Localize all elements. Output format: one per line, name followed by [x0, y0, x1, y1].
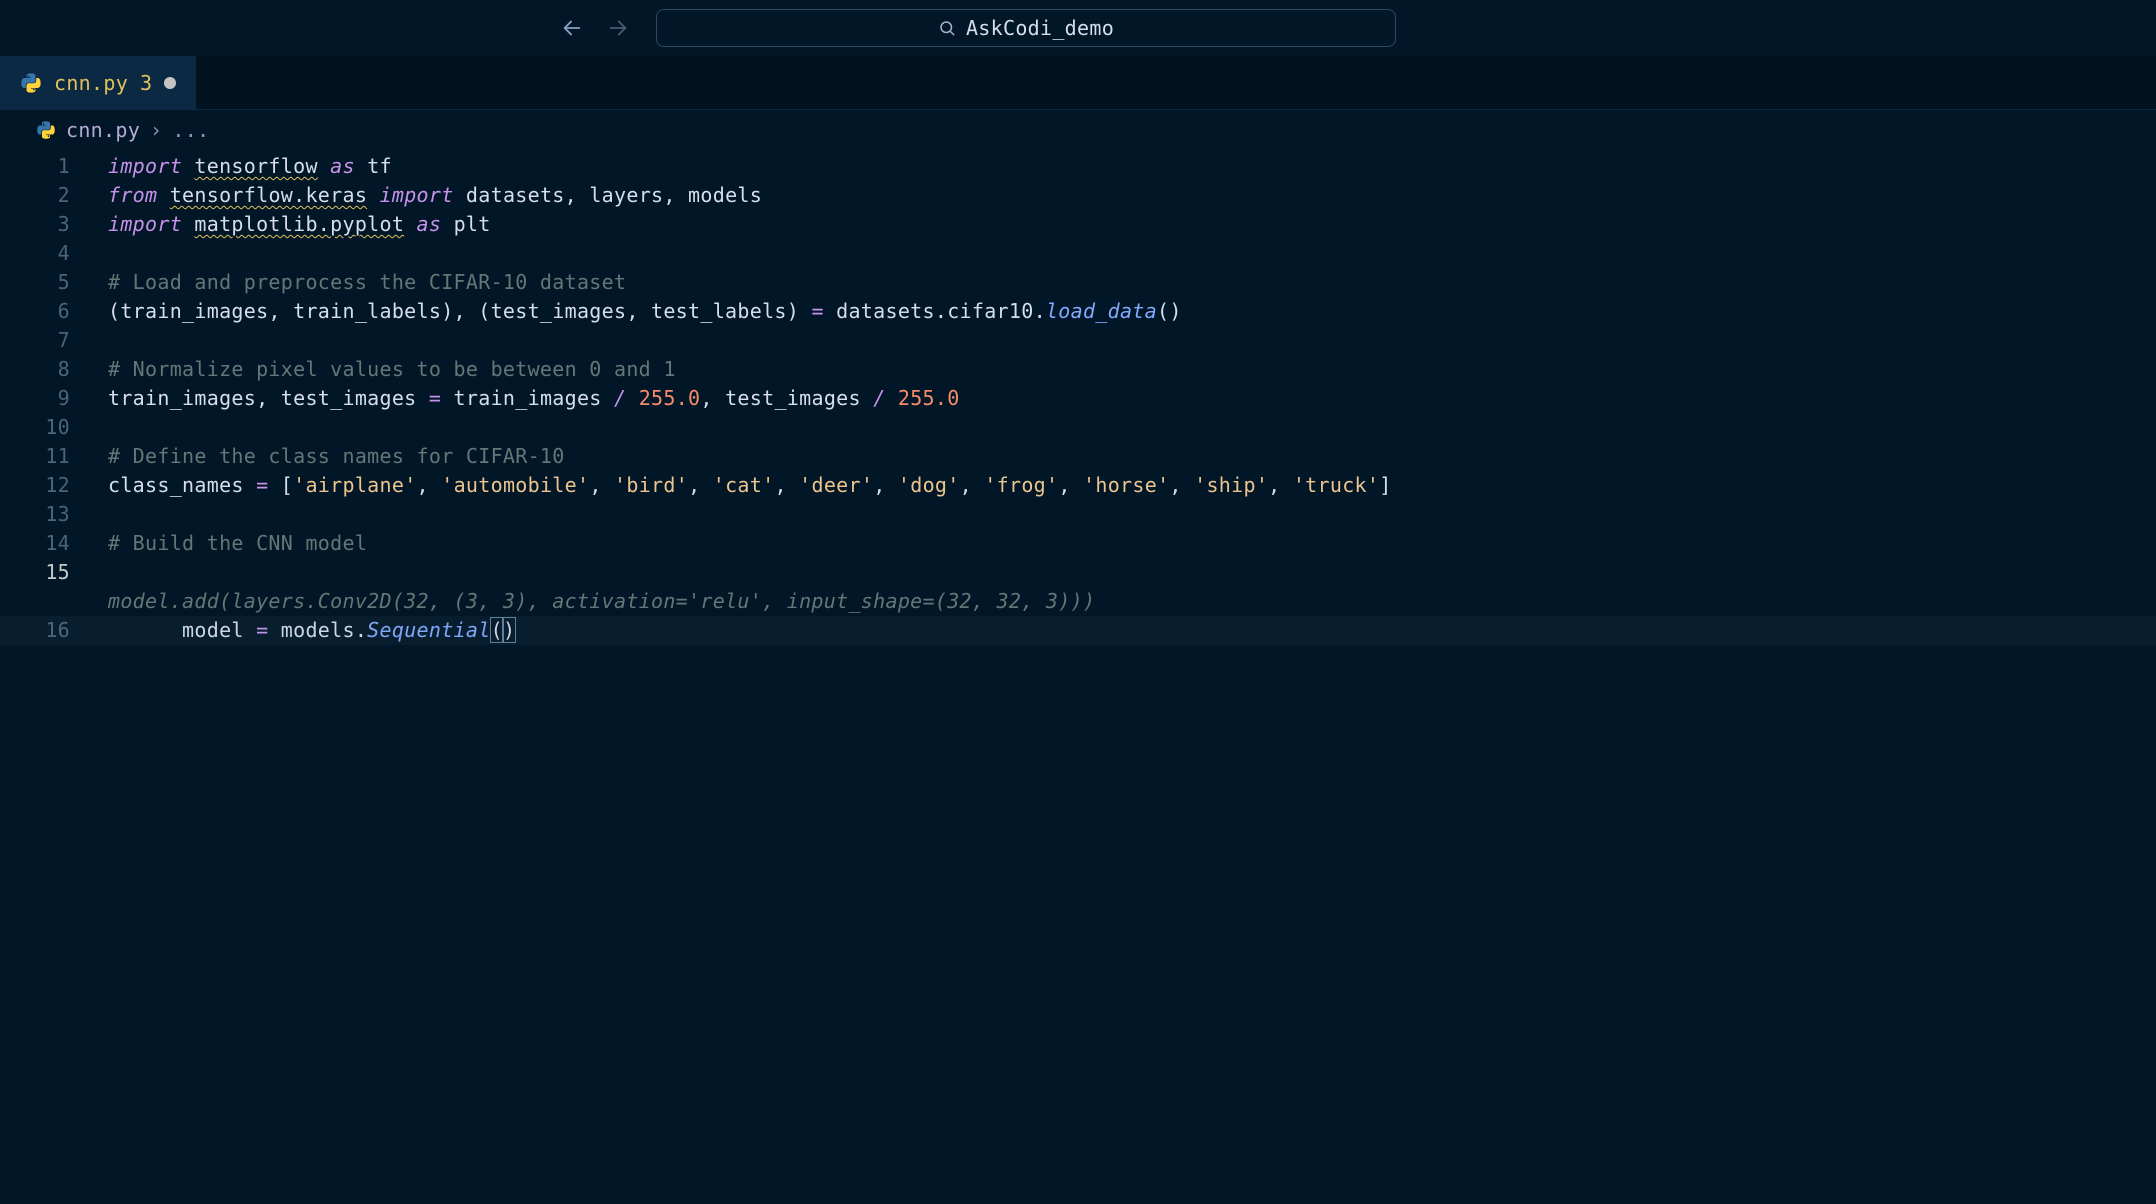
line-number: 12	[0, 471, 70, 500]
line-number: 10	[0, 413, 70, 442]
breadcrumb[interactable]: cnn.py › ...	[0, 110, 2156, 150]
line-number: 8	[0, 355, 70, 384]
tab-cnn-py[interactable]: cnn.py 3	[0, 56, 196, 109]
current-line-highlight	[0, 616, 2156, 645]
nav-forward-icon[interactable]	[606, 16, 630, 40]
line-number: 11	[0, 442, 70, 471]
python-icon	[20, 72, 42, 94]
chevron-right-icon: ›	[150, 118, 162, 142]
line-number: 13	[0, 500, 70, 529]
line-number: 2	[0, 181, 70, 210]
editor[interactable]: 12345678910111213141516 import tensorflo…	[0, 150, 2156, 645]
line-number: 15	[0, 558, 70, 587]
tab-problem-count: 3	[140, 71, 152, 95]
breadcrumb-file: cnn.py	[66, 118, 140, 142]
tab-filename: cnn.py	[54, 71, 128, 95]
line-number: 7	[0, 326, 70, 355]
line-number: 14	[0, 529, 70, 558]
breadcrumb-rest: ...	[172, 118, 209, 142]
line-number: 9	[0, 384, 70, 413]
titlebar: AskCodi_demo	[0, 0, 2156, 56]
search-icon	[938, 19, 956, 37]
line-number-gutter: 12345678910111213141516	[0, 152, 90, 645]
line-number: 3	[0, 210, 70, 239]
nav-back-icon[interactable]	[560, 16, 584, 40]
python-icon	[36, 120, 56, 140]
code-area[interactable]: import tensorflow as tf from tensorflow.…	[90, 152, 2156, 645]
command-center[interactable]: AskCodi_demo	[656, 9, 1396, 47]
command-center-label: AskCodi_demo	[966, 16, 1114, 40]
line-number	[0, 587, 70, 616]
tab-dirty-indicator[interactable]	[164, 77, 176, 89]
tab-bar: cnn.py 3	[0, 56, 2156, 110]
line-number: 6	[0, 297, 70, 326]
line-number: 4	[0, 239, 70, 268]
nav-arrows	[560, 16, 630, 40]
code-line[interactable]: class_names = ['airplane', 'automobile',…	[90, 471, 2156, 500]
line-number: 5	[0, 268, 70, 297]
inline-suggestion: model.add(layers.Conv2D(32, (3, 3), acti…	[108, 589, 1095, 613]
line-number: 1	[0, 152, 70, 181]
